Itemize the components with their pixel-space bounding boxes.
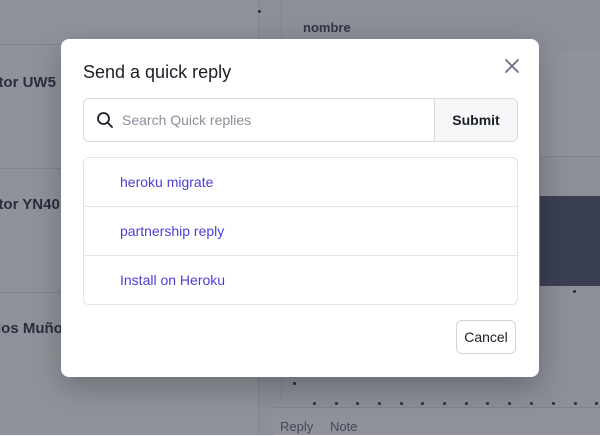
quick-reply-item[interactable]: heroku migrate xyxy=(84,158,517,207)
close-button[interactable] xyxy=(501,55,523,77)
submit-button[interactable]: Submit xyxy=(434,99,517,141)
search-group: Submit xyxy=(83,98,518,142)
search-icon xyxy=(97,112,113,128)
quick-reply-item[interactable]: Install on Heroku xyxy=(84,256,517,304)
quick-reply-list: heroku migrate partnership reply Install… xyxy=(83,157,518,305)
close-icon xyxy=(505,59,519,73)
cancel-button[interactable]: Cancel xyxy=(456,320,516,354)
quick-reply-item[interactable]: partnership reply xyxy=(84,207,517,256)
search-box xyxy=(84,99,434,141)
modal-title: Send a quick reply xyxy=(83,62,232,82)
search-input[interactable] xyxy=(122,99,422,141)
quick-reply-modal: Send a quick reply Submit heroku migrate… xyxy=(61,39,539,377)
